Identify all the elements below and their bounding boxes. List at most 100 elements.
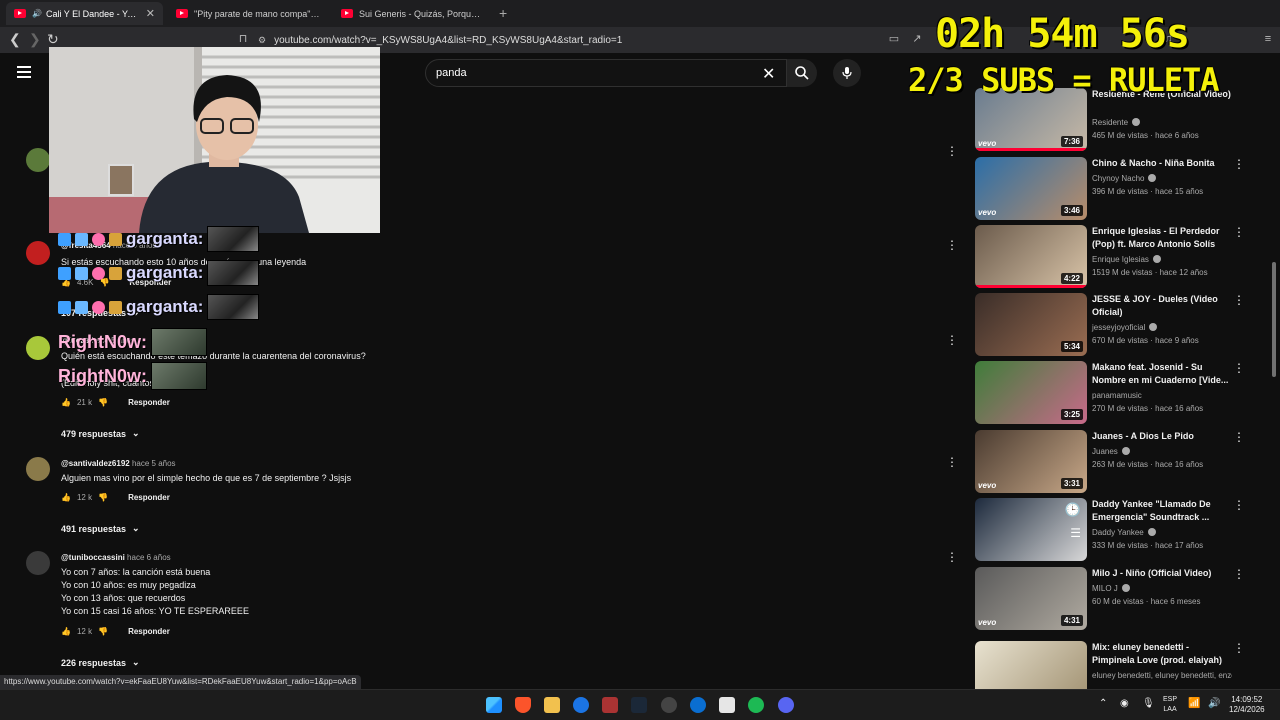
avatar[interactable] (26, 336, 50, 360)
video-item[interactable]: Mix: eluney benedetti - Pimpinela Love (… (975, 641, 1265, 689)
hamburger-menu-icon[interactable] (17, 66, 31, 78)
back-icon[interactable]: ❮ (9, 31, 21, 48)
view-replies-button[interactable]: 479 respuestas ⌄ (61, 428, 140, 439)
video-thumbnail[interactable]: vevo 4:31 (975, 567, 1087, 630)
video-thumbnail[interactable] (975, 641, 1087, 689)
voice-search-button[interactable] (833, 59, 861, 87)
video-thumbnail[interactable]: 5:34 (975, 293, 1087, 356)
view-replies-button[interactable]: 226 respuestas ⌄ (61, 657, 140, 668)
video-item[interactable]: 4:22 Enrique Iglesias - El Perdedor (Pop… (975, 225, 1265, 289)
avatar[interactable] (26, 457, 50, 481)
app-icon[interactable] (690, 697, 706, 713)
windows-start-icon[interactable] (486, 697, 502, 713)
reply-button[interactable]: Responder (128, 398, 170, 407)
share-icon[interactable]: ↗ (911, 33, 923, 45)
reply-button[interactable]: Responder (128, 493, 170, 502)
bookmark-icon[interactable]: ⊓ (237, 33, 249, 45)
dislike-icon[interactable]: 👎 (98, 398, 108, 407)
channel-name[interactable]: Daddy Yankee (1092, 528, 1156, 537)
watch-later-icon[interactable]: 🕒 (1065, 502, 1081, 518)
video-item[interactable]: vevo 4:31 Milo J - Niño (Official Video)… (975, 567, 1265, 631)
channel-name[interactable]: MILO J (1092, 584, 1130, 593)
comment-author[interactable]: @santivaldez6192 (61, 459, 130, 468)
dislike-icon[interactable]: 👎 (98, 627, 108, 636)
video-title[interactable]: Makano feat. Josenid - Su Nombre en mi C… (1092, 361, 1232, 387)
obs-icon[interactable] (661, 697, 677, 713)
volume-icon[interactable]: 🔊 (1208, 699, 1220, 709)
video-item[interactable]: 3:25 Makano feat. Josenid - Su Nombre en… (975, 361, 1265, 425)
steam-icon[interactable] (631, 697, 647, 713)
view-replies-button[interactable]: 491 respuestas ⌄ (61, 523, 140, 534)
dislike-icon[interactable]: 👎 (98, 493, 108, 502)
channel-name[interactable]: jesseyjoyoficial (1092, 323, 1158, 332)
video-title[interactable]: Enrique Iglesias - El Perdedor (Pop) ft.… (1092, 225, 1232, 251)
video-thumbnail[interactable]: vevo 3:31 (975, 430, 1087, 493)
video-options-icon[interactable]: ⋮ (1233, 157, 1245, 171)
app-icon[interactable] (602, 697, 618, 713)
bing-icon[interactable] (573, 697, 589, 713)
like-icon[interactable]: 👍 (61, 493, 71, 502)
forward-icon[interactable]: ❯ (29, 31, 41, 48)
video-thumbnail[interactable]: 🕒 ☰ (975, 498, 1087, 561)
video-thumbnail[interactable]: 4:22 (975, 225, 1087, 288)
wifi-icon[interactable]: 📶 (1188, 699, 1200, 709)
channel-name[interactable]: Enrique Iglesias (1092, 255, 1161, 264)
video-item[interactable]: 5:34 JESSE & JOY - Dueles (Video Oficial… (975, 293, 1265, 357)
network-icon[interactable]: ◉ (1120, 699, 1129, 709)
clear-search-icon[interactable]: ✕ (762, 64, 775, 84)
reload-icon[interactable]: ↻ (47, 31, 59, 48)
video-title[interactable]: Chino & Nacho - Niña Bonita (1092, 157, 1232, 170)
video-item[interactable]: vevo 3:46 Chino & Nacho - Niña Bonita ⋮ … (975, 157, 1265, 221)
channel-name[interactable]: Chynoy Nacho (1092, 174, 1157, 183)
video-title[interactable]: JESSE & JOY - Dueles (Video Oficial) (1092, 293, 1232, 319)
channel-name[interactable]: eluney benedetti, eluney benedetti, enzo… (1092, 671, 1232, 680)
video-title[interactable]: Daddy Yankee "Llamado De Emergencia" Sou… (1092, 498, 1232, 524)
chevron-up-icon[interactable]: ⌃ (1099, 699, 1107, 709)
discord-icon[interactable] (778, 697, 794, 713)
channel-name[interactable]: Juanes (1092, 447, 1130, 456)
comment-options-icon[interactable]: ⋮ (946, 144, 958, 158)
comment-author[interactable]: @tuniboccassini (61, 553, 125, 562)
spotify-icon[interactable] (748, 697, 764, 713)
tab-2[interactable]: "Pity parate de mano compa" - YouTube (168, 2, 328, 25)
search-button[interactable] (787, 59, 817, 87)
brave-browser-icon[interactable] (515, 697, 531, 713)
comment-options-icon[interactable]: ⋮ (946, 333, 958, 347)
video-options-icon[interactable]: ⋮ (1233, 225, 1245, 239)
video-options-icon[interactable]: ⋮ (1233, 293, 1245, 307)
scrollbar[interactable] (1272, 262, 1276, 377)
video-item[interactable]: 🕒 ☰ Daddy Yankee "Llamado De Emergencia"… (975, 498, 1265, 562)
tab-3[interactable]: Sui Generis - Quizás, Porque (Official (333, 2, 493, 25)
video-title[interactable]: Mix: eluney benedetti - Pimpinela Love (… (1092, 641, 1232, 667)
cast-icon[interactable]: ▭ (888, 33, 900, 45)
video-options-icon[interactable]: ⋮ (1233, 430, 1245, 444)
tab-active[interactable]: 🔊 Cali Y El Dandee - Yo Te Esperaré ✕ (6, 2, 163, 25)
video-options-icon[interactable]: ⋮ (1233, 641, 1245, 655)
language-indicator[interactable]: ESP LAA (1163, 695, 1177, 715)
video-options-icon[interactable]: ⋮ (1233, 567, 1245, 581)
video-options-icon[interactable]: ⋮ (1233, 361, 1245, 375)
notepad-icon[interactable] (719, 697, 735, 713)
comment-options-icon[interactable]: ⋮ (946, 455, 958, 469)
microphone-icon[interactable]: 🎙 (1142, 699, 1155, 709)
avatar[interactable] (26, 551, 50, 575)
comment-options-icon[interactable]: ⋮ (946, 238, 958, 252)
menu-icon[interactable]: ≡ (1262, 33, 1274, 45)
new-tab-button[interactable]: + (499, 5, 507, 21)
video-title[interactable]: Juanes - A Dios Le Pido (1092, 430, 1232, 443)
video-options-icon[interactable]: ⋮ (1233, 498, 1245, 512)
avatar[interactable] (26, 241, 50, 265)
reply-button[interactable]: Responder (128, 627, 170, 636)
channel-name[interactable]: panamamusic (1092, 391, 1142, 400)
video-title[interactable]: Milo J - Niño (Official Video) (1092, 567, 1232, 580)
comment-options-icon[interactable]: ⋮ (946, 550, 958, 564)
file-explorer-icon[interactable] (544, 697, 560, 713)
clock[interactable]: 14:09:52 12/4/2026 (1229, 695, 1265, 715)
like-icon[interactable]: 👍 (61, 627, 71, 636)
search-input[interactable]: panda (425, 59, 787, 87)
channel-name[interactable]: Residente (1092, 118, 1141, 127)
video-item[interactable]: vevo 3:31 Juanes - A Dios Le Pido ⋮ Juan… (975, 430, 1265, 494)
avatar[interactable] (26, 148, 50, 172)
video-thumbnail[interactable]: vevo 3:46 (975, 157, 1087, 220)
site-info-icon[interactable]: ⚙ (258, 35, 266, 46)
